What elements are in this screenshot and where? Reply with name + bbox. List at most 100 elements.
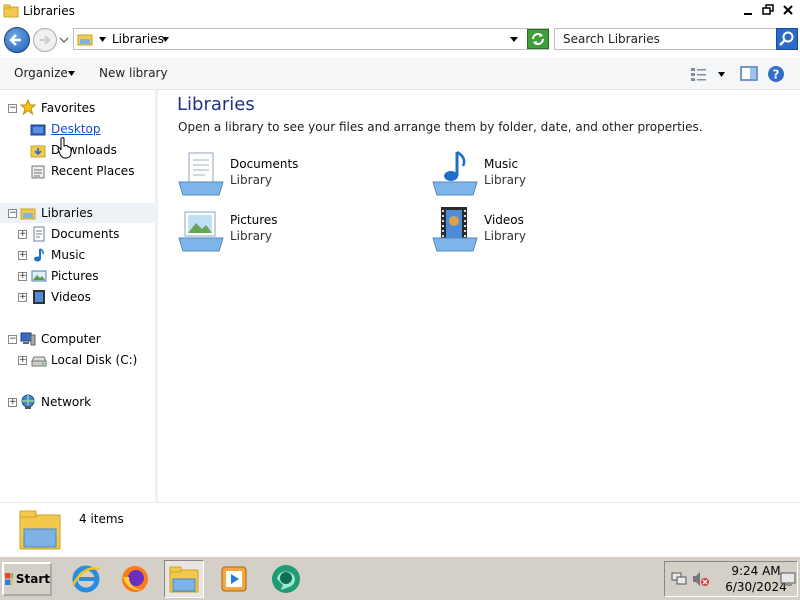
library-music-name: Music bbox=[484, 157, 519, 171]
network-expand-toggle[interactable]: + bbox=[8, 398, 17, 407]
star-icon bbox=[20, 99, 36, 115]
internet-explorer-icon bbox=[71, 565, 100, 593]
recent-places-icon bbox=[31, 165, 45, 179]
library-music[interactable]: Music Library bbox=[431, 150, 671, 200]
taskbar-app[interactable] bbox=[266, 560, 306, 598]
maximize-button[interactable] bbox=[758, 1, 778, 19]
library-music-type: Library bbox=[484, 173, 526, 187]
taskbar-libraries-window[interactable] bbox=[164, 560, 204, 598]
hand-cursor-icon bbox=[57, 137, 72, 159]
nav-desktop[interactable]: Desktop bbox=[51, 122, 101, 136]
pictures-expand-toggle[interactable]: + bbox=[18, 272, 27, 281]
library-pictures-type: Library bbox=[230, 229, 272, 243]
refresh-button[interactable] bbox=[527, 29, 549, 49]
nav-favorites[interactable]: Favorites bbox=[41, 101, 95, 115]
restore-icon bbox=[762, 4, 774, 15]
search-button[interactable] bbox=[776, 28, 798, 50]
svg-text:?: ? bbox=[773, 68, 780, 82]
library-documents-type: Library bbox=[230, 173, 272, 187]
address-bar[interactable]: Libraries bbox=[73, 28, 549, 50]
firefox-icon bbox=[122, 566, 148, 592]
help-icon[interactable]: ? bbox=[767, 65, 785, 83]
computer-collapse-toggle[interactable]: − bbox=[8, 335, 17, 344]
address-history-dropdown-icon[interactable] bbox=[509, 35, 519, 45]
library-pictures-name: Pictures bbox=[230, 213, 278, 227]
search-icon bbox=[779, 31, 794, 46]
nav-pictures[interactable]: Pictures bbox=[51, 269, 99, 283]
nav-music[interactable]: Music bbox=[51, 248, 85, 262]
library-documents[interactable]: Documents Library bbox=[177, 150, 417, 200]
search-box[interactable]: Search Libraries bbox=[554, 28, 798, 50]
window-title: Libraries bbox=[23, 4, 75, 18]
nav-computer[interactable]: Computer bbox=[41, 332, 101, 346]
nav-local-disk[interactable]: Local Disk (C:) bbox=[51, 353, 137, 367]
taskbar-media-player[interactable] bbox=[214, 560, 254, 598]
new-library-button[interactable]: New library bbox=[99, 66, 168, 80]
pictures-icon bbox=[31, 270, 47, 282]
view-dropdown-icon[interactable] bbox=[717, 70, 726, 79]
start-button[interactable]: Start bbox=[2, 562, 52, 596]
taskbar-internet-explorer[interactable] bbox=[66, 560, 106, 598]
explorer-window: Libraries Libraries Search Libraries Org… bbox=[0, 0, 800, 556]
pictures-library-icon bbox=[178, 211, 224, 252]
back-arrow-icon bbox=[9, 34, 21, 46]
preview-pane-icon[interactable] bbox=[740, 66, 758, 82]
local-disk-expand-toggle[interactable]: + bbox=[18, 356, 27, 365]
organize-button[interactable]: Organize bbox=[14, 66, 68, 80]
minimize-icon bbox=[744, 13, 752, 15]
view-options-icon[interactable] bbox=[690, 66, 708, 82]
start-label: Start bbox=[15, 572, 50, 586]
computer-icon bbox=[20, 332, 36, 346]
library-videos[interactable]: Videos Library bbox=[431, 206, 671, 256]
clock-time[interactable]: 9:24 AM bbox=[725, 564, 787, 578]
library-documents-name: Documents bbox=[230, 157, 299, 171]
recent-pages-button[interactable] bbox=[59, 34, 69, 48]
forward-button[interactable] bbox=[33, 28, 57, 52]
libraries-large-icon bbox=[19, 510, 61, 550]
libraries-folder-icon bbox=[3, 4, 19, 18]
network-icon bbox=[21, 394, 35, 409]
breadcrumb-dropdown-icon[interactable] bbox=[161, 35, 170, 44]
libraries-icon bbox=[77, 34, 93, 46]
back-button[interactable] bbox=[4, 27, 30, 53]
favorites-collapse-toggle[interactable]: − bbox=[8, 104, 17, 113]
videos-library-icon bbox=[432, 207, 478, 252]
breadcrumb-arrow-icon[interactable] bbox=[98, 35, 107, 44]
library-pictures[interactable]: Pictures Library bbox=[177, 206, 417, 256]
desktop-icon bbox=[30, 124, 46, 136]
nav-documents[interactable]: Documents bbox=[51, 227, 119, 241]
nav-videos[interactable]: Videos bbox=[51, 290, 91, 304]
chat-bubble-icon bbox=[272, 565, 300, 593]
nav-libraries[interactable]: Libraries bbox=[41, 206, 93, 220]
videos-expand-toggle[interactable]: + bbox=[18, 293, 27, 302]
close-button[interactable] bbox=[778, 1, 798, 19]
search-input[interactable]: Search Libraries bbox=[563, 32, 660, 46]
downloads-folder-icon bbox=[30, 145, 46, 158]
organize-dropdown-icon bbox=[68, 71, 75, 76]
libraries-icon bbox=[20, 208, 36, 220]
network-status-icon[interactable] bbox=[671, 571, 687, 587]
command-bar: Organize New library ? bbox=[0, 58, 800, 90]
media-player-icon bbox=[221, 566, 247, 592]
content-pane: Libraries Open a library to see your fil… bbox=[161, 90, 800, 502]
nav-network[interactable]: Network bbox=[41, 395, 91, 409]
show-desktop-icon[interactable] bbox=[780, 571, 796, 587]
libraries-folder-icon bbox=[169, 566, 199, 593]
music-icon bbox=[34, 248, 44, 262]
title-bar[interactable]: Libraries bbox=[0, 0, 800, 22]
minimize-button[interactable] bbox=[738, 1, 758, 19]
libraries-collapse-toggle[interactable]: − bbox=[8, 209, 17, 218]
organize-label: Organize bbox=[14, 66, 68, 80]
documents-expand-toggle[interactable]: + bbox=[18, 230, 27, 239]
music-expand-toggle[interactable]: + bbox=[18, 251, 27, 260]
details-pane: 4 items bbox=[0, 502, 800, 556]
documents-library-icon bbox=[178, 152, 224, 196]
nav-recent-places[interactable]: Recent Places bbox=[51, 164, 134, 178]
volume-muted-icon[interactable] bbox=[692, 571, 710, 587]
breadcrumb-libraries[interactable]: Libraries bbox=[112, 32, 164, 46]
library-videos-name: Videos bbox=[484, 213, 524, 227]
taskbar-firefox[interactable] bbox=[115, 560, 155, 598]
windows-logo-icon bbox=[5, 573, 13, 585]
page-subtitle: Open a library to see your files and arr… bbox=[178, 120, 703, 134]
chevron-down-icon bbox=[59, 37, 69, 43]
